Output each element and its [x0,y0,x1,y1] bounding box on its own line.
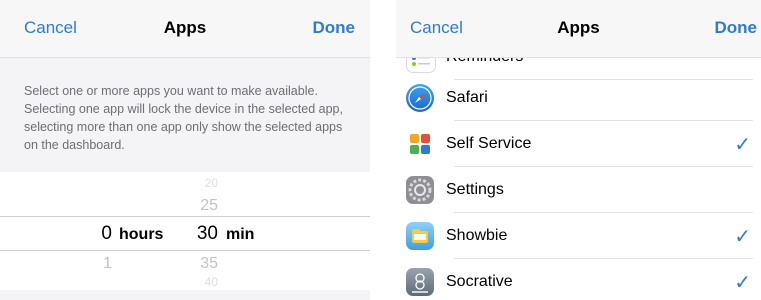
showbie-icon [406,222,434,250]
app-name: Settings [446,181,504,198]
minutes-value-selected[interactable]: 30 [186,223,218,245]
checkmark-icon: ✓ [734,272,751,294]
done-button[interactable]: Done [715,18,758,38]
picker-selection-bottom-line [0,250,370,251]
minutes-value-below-far[interactable]: 40 [186,275,218,289]
safari-icon [406,84,434,112]
nav-title: Apps [557,18,600,37]
app-name: Socrative [446,273,513,290]
socrative-icon [406,268,434,296]
hours-value-below[interactable]: 1 [80,255,112,273]
navigation-bar: Cancel Apps Done [0,0,370,58]
navigation-bar: Cancel Apps Done [396,0,761,58]
hours-value-selected[interactable]: 0 [80,223,112,245]
instructions-text: Select one or more apps you want to make… [24,84,343,152]
section-background [0,290,370,300]
app-name: Self Service [446,135,532,152]
hours-unit-label: hours [119,226,164,243]
time-picker[interactable]: 0 hours 1 20 25 30 min 35 40 [0,172,370,290]
self-service-icon [406,130,434,158]
minutes-unit-label: min [226,226,255,243]
checkmark-icon: ✓ [734,226,751,248]
left-screen: Cancel Apps Done Select one or more apps… [0,0,370,300]
list-item-settings[interactable]: Settings [396,167,761,213]
list-item-safari[interactable]: Safari [396,75,761,121]
picker-selection-top-line [0,216,370,217]
list-item-showbie[interactable]: Showbie ✓ [396,213,761,259]
minutes-value-above[interactable]: 25 [186,197,218,215]
minutes-value-above-far[interactable]: 20 [186,176,218,190]
app-name: Safari [446,89,488,106]
list-item-self-service[interactable]: Self Service ✓ [396,121,761,167]
checkmark-icon: ✓ [734,134,751,156]
apps-list: Reminders Safari [396,43,761,300]
minutes-value-below[interactable]: 35 [186,255,218,273]
app-name: Showbie [446,227,508,244]
right-screen: Reminders Safari [396,0,761,300]
settings-icon [406,176,434,204]
list-item-socrative[interactable]: Socrative ✓ [396,259,761,300]
done-button[interactable]: Done [313,18,356,38]
